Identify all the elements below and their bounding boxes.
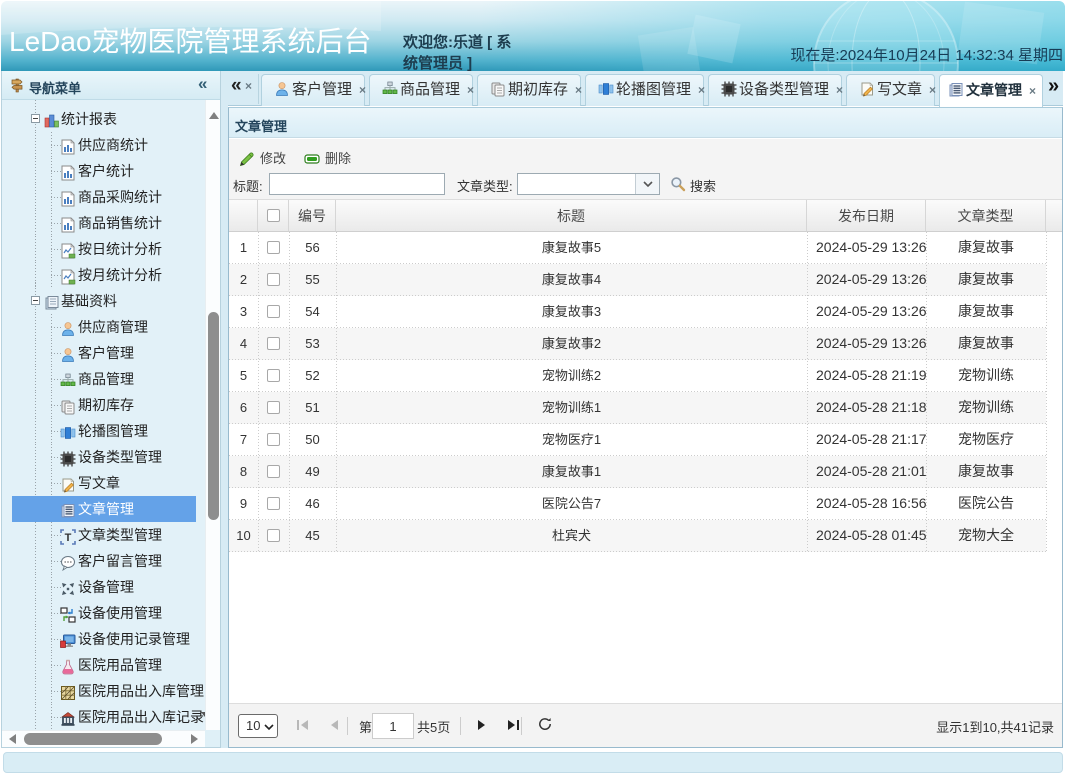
svg-text:T: T (65, 532, 72, 544)
